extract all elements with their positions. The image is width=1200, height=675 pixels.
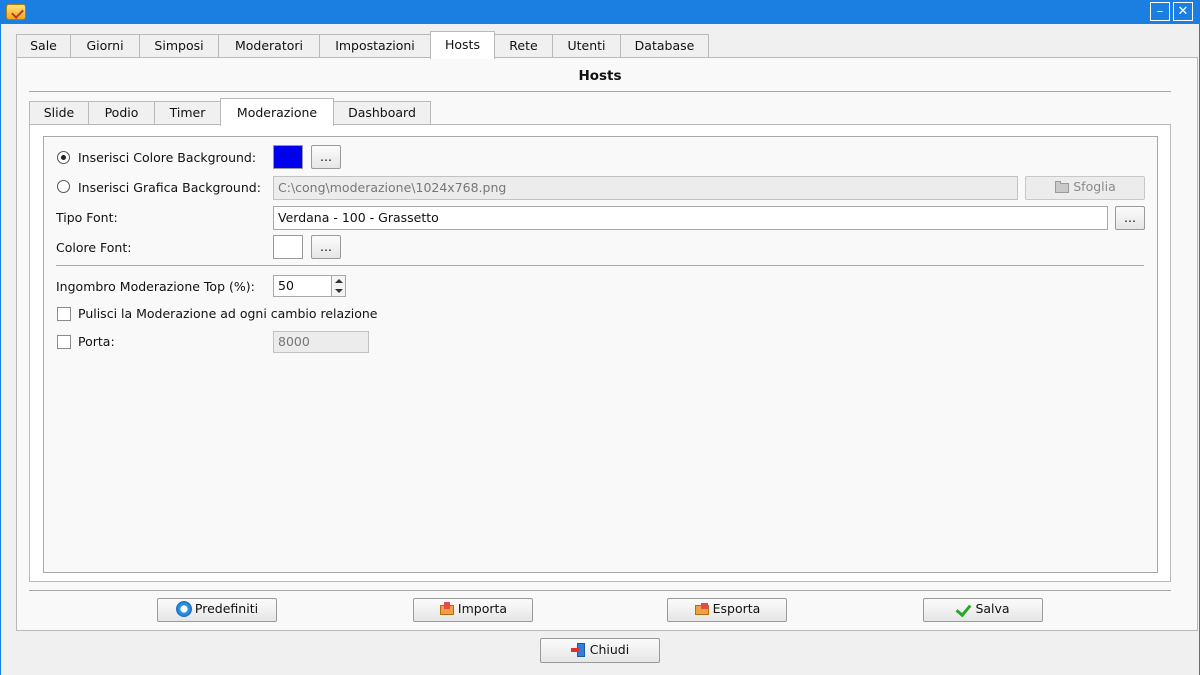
folder-icon [1054,179,1070,195]
bg-color-swatch[interactable] [273,145,303,169]
close-label: Chiudi [589,642,630,657]
form-divider [56,265,1144,266]
tab-moderatori[interactable]: Moderatori [218,34,320,58]
browse-button[interactable]: Sfoglia [1025,176,1145,200]
top-size-stepper[interactable]: 50 [273,275,346,297]
tab-rete[interactable]: Rete [494,34,553,58]
tab-impostazioni[interactable]: Impostazioni [319,34,431,58]
stepper-up-button[interactable] [331,276,345,286]
browse-label: Sfoglia [1073,179,1116,194]
arrow-up-icon [335,279,343,283]
export-button[interactable]: Esporta [667,598,787,622]
arrow-down-icon [335,289,343,293]
checkmark-icon [956,601,972,617]
close-window-button[interactable]: ✕ [1173,2,1193,21]
clear-on-change-label: Pulisci la Moderazione ad ogni cambio re… [78,306,378,321]
tab-sale[interactable]: Sale [16,34,71,58]
tab-slide[interactable]: Slide [29,101,89,125]
minimize-button[interactable]: – [1150,2,1170,21]
tab-hosts[interactable]: Hosts [430,31,495,59]
tab-simposi[interactable]: Simposi [139,34,219,58]
bg-image-path-field[interactable]: C:\cong\moderazione\1024x768.png [273,176,1018,200]
font-color-picker-button[interactable]: ... [311,235,341,259]
stepper-down-button[interactable] [331,286,345,296]
bg-color-picker-button[interactable]: ... [311,145,341,169]
tab-dashboard[interactable]: Dashboard [333,101,431,125]
bg-image-radio[interactable] [57,180,70,193]
tab-database[interactable]: Database [620,34,709,58]
settings-group-box [43,136,1158,573]
defaults-button[interactable]: Predefiniti [157,598,277,622]
refresh-icon [175,601,192,617]
title-divider [29,91,1171,92]
title-bar: – ✕ [0,0,1200,24]
tab-podio[interactable]: Podio [88,101,155,125]
app-icon [6,4,26,20]
tab-giorni[interactable]: Giorni [70,34,140,58]
font-type-field[interactable]: Verdana - 100 - Grassetto [273,206,1108,230]
font-type-label: Tipo Font: [56,210,118,225]
bg-color-label: Inserisci Colore Background: [78,150,257,165]
bg-color-radio[interactable] [57,151,70,164]
bg-image-label: Inserisci Grafica Background: [78,180,261,195]
save-label: Salva [975,601,1010,616]
font-color-swatch[interactable] [273,235,303,259]
tab-utenti[interactable]: Utenti [552,34,621,58]
top-size-value: 50 [278,278,294,293]
tab-moderazione[interactable]: Moderazione [220,98,334,126]
defaults-label: Predefiniti [194,601,259,616]
actions-divider [29,590,1171,591]
clear-on-change-checkbox[interactable] [57,307,71,321]
font-picker-button[interactable]: ... [1115,206,1145,230]
import-label: Importa [457,601,508,616]
export-label: Esporta [712,601,761,616]
import-folder-icon [439,601,455,617]
export-folder-icon [694,601,710,617]
tab-timer[interactable]: Timer [154,101,221,125]
port-checkbox[interactable] [57,335,71,349]
top-size-label: Ingombro Moderazione Top (%): [56,279,255,294]
port-field[interactable]: 8000 [273,331,369,353]
save-button[interactable]: Salva [923,598,1043,622]
import-button[interactable]: Importa [413,598,533,622]
font-color-label: Colore Font: [56,240,132,255]
close-button[interactable]: Chiudi [540,638,660,663]
section-title: Hosts [578,68,622,84]
port-label: Porta: [78,334,115,349]
exit-door-icon [570,642,587,658]
